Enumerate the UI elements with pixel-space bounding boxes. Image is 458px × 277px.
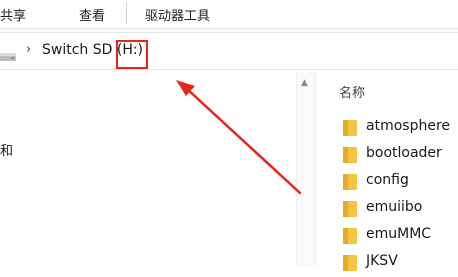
folder-icon	[343, 147, 357, 167]
file-name: JKSV	[366, 253, 398, 269]
chevron-right-icon[interactable]: ›	[26, 42, 31, 57]
list-item[interactable]: JKSV	[335, 250, 458, 277]
folder-icon	[343, 255, 357, 275]
scroll-up-icon[interactable]: ▲	[301, 78, 308, 88]
left-pane	[0, 70, 300, 266]
tab-divider	[126, 2, 127, 24]
file-name: atmosphere	[366, 118, 450, 134]
tab-view[interactable]: 查看	[79, 5, 105, 24]
file-name: config	[366, 172, 409, 188]
folder-icon	[343, 120, 357, 140]
file-list: atmosphere bootloader config emuiibo emu…	[335, 115, 458, 277]
list-item[interactable]: config	[335, 169, 458, 196]
file-name: bootloader	[366, 145, 442, 161]
list-item[interactable]: bootloader	[335, 142, 458, 169]
tab-share[interactable]: 共享	[0, 5, 26, 24]
vertical-scrollbar[interactable]: ▲	[296, 72, 316, 266]
annotation-highlight-box	[116, 40, 148, 69]
file-name: emuMMC	[366, 226, 432, 242]
folder-icon	[343, 201, 357, 221]
left-pane-text: 和	[0, 144, 14, 159]
folder-icon	[343, 228, 357, 248]
list-item[interactable]: emuMMC	[335, 223, 458, 250]
drive-icon	[0, 47, 16, 66]
column-header-name[interactable]: 名称	[339, 82, 365, 101]
folder-icon	[343, 174, 357, 194]
list-item[interactable]: atmosphere	[335, 115, 458, 142]
file-name: emuiibo	[366, 199, 423, 215]
address-bar[interactable]: › Switch SD (H:)	[0, 32, 458, 70]
tab-drive-tools[interactable]: 驱动器工具	[145, 5, 210, 24]
file-list-pane: 名称 atmosphere bootloader config emuiibo	[315, 70, 458, 271]
ribbon-tabs: 共享 查看 驱动器工具	[0, 0, 458, 29]
list-item[interactable]: emuiibo	[335, 196, 458, 223]
